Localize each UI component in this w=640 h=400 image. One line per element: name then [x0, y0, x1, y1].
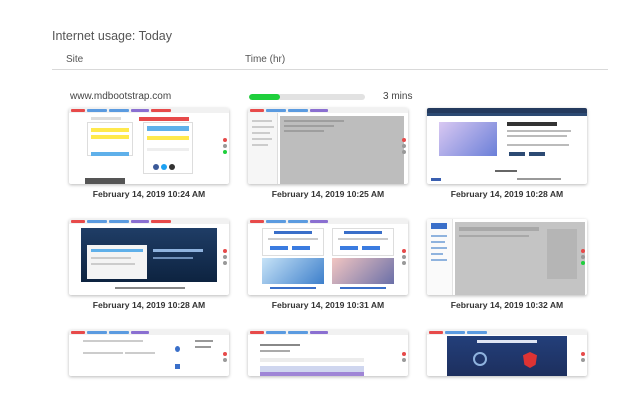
site-name[interactable]: www.mdbootstrap.com	[70, 91, 171, 102]
usage-progress-bar	[249, 94, 365, 100]
screenshot-thumbnail[interactable]	[427, 330, 587, 376]
screenshot-thumbnail[interactable]	[248, 330, 408, 376]
column-header-time: Time (hr)	[245, 54, 286, 65]
screenshot-caption: February 14, 2019 10:32 AM	[450, 300, 564, 310]
screenshot-caption: February 14, 2019 10:24 AM	[92, 189, 206, 199]
column-header-site: Site	[66, 54, 84, 65]
screenshot-caption: February 14, 2019 10:28 AM	[450, 189, 564, 199]
screenshot-thumbnail[interactable]	[427, 108, 587, 184]
screenshot-thumbnail[interactable]	[69, 330, 229, 376]
screenshot-caption: February 14, 2019 10:28 AM	[92, 300, 206, 310]
screenshot-thumbnail[interactable]	[69, 219, 229, 295]
screenshot-thumbnail[interactable]	[248, 108, 408, 184]
screenshot-caption: February 14, 2019 10:25 AM	[271, 189, 385, 199]
screenshot-thumbnail[interactable]	[69, 108, 229, 184]
header-divider	[52, 69, 608, 70]
screenshot-caption: February 14, 2019 10:31 AM	[271, 300, 385, 310]
usage-progress-fill	[249, 94, 281, 100]
usage-duration: 3 mins	[383, 91, 413, 102]
screenshot-thumbnail[interactable]	[427, 219, 587, 295]
screenshot-thumbnail[interactable]	[248, 219, 408, 295]
page-title: Internet usage: Today	[52, 29, 172, 43]
